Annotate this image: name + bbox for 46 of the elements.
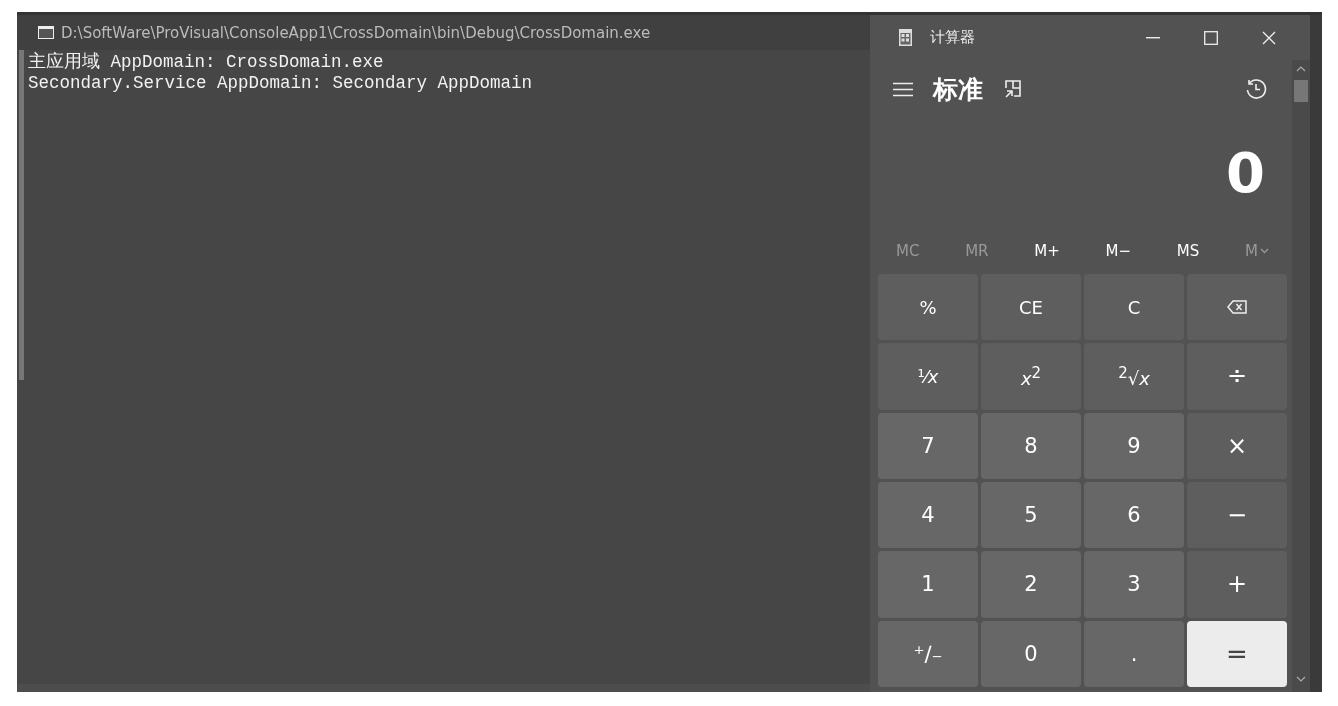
backspace-icon [1227,300,1247,315]
calculator-key[interactable]: C [1084,274,1184,341]
console-output-line: 主应用域 AppDomain: CrossDomain.exe [28,52,385,73]
equals-button[interactable]: = [1187,620,1287,687]
chevron-icon [1260,248,1269,254]
window-title: 计算器 [930,28,975,47]
calculator-key[interactable]: + [1187,551,1287,618]
calculator-key[interactable]: 0 [981,620,1081,687]
memory-button[interactable]: M+ [1026,238,1068,264]
keep-on-top-icon[interactable] [1003,79,1023,99]
calculator-key[interactable]: $^{2}$√x [1084,343,1184,410]
memory-button[interactable]: MS [1168,238,1208,264]
calculator-key[interactable]: 6 [1084,482,1184,549]
console-output-line: Secondary.Service AppDomain: Secondary AppDomain [28,73,533,94]
console-window-icon [38,26,54,39]
calculator-key[interactable]: 8 [981,412,1081,479]
calculator-key[interactable]: ⁺∕₋ [878,620,978,687]
scrollbar-thumb[interactable] [1294,80,1308,102]
calculator-key[interactable]: 1 [878,551,978,618]
scroll-up-icon[interactable] [1296,66,1306,72]
result-display: 0 [1225,139,1266,207]
calculator-key[interactable]: ÷ [1187,343,1287,410]
scrollbar-thumb[interactable] [19,50,24,380]
calculator-key[interactable]: x$^{2}$ [981,343,1081,410]
minimize-icon[interactable] [1146,36,1160,39]
calculator-key[interactable]: CE [981,274,1081,341]
calculator-key[interactable]: 4 [878,482,978,549]
calculator-key[interactable]: % [878,274,978,341]
memory-button[interactable]: M− [1097,238,1140,264]
calculator-icon [899,29,912,46]
maximize-icon[interactable] [1204,30,1218,45]
calculator-key[interactable]: 3 [1084,551,1184,618]
calculator-key[interactable]: 9 [1084,412,1184,479]
close-icon[interactable] [1262,30,1276,45]
calculator-key[interactable]: 7 [878,412,978,479]
calculator-key[interactable]: . [1084,620,1184,687]
menu-icon[interactable] [893,81,913,97]
scroll-down-icon[interactable] [1296,676,1306,682]
calculator-key[interactable]: 5 [981,482,1081,549]
calculator-key[interactable]: ¹⁄x [878,343,978,410]
mode-title: 标准 [933,73,983,106]
calculator-key[interactable]: 2 [981,551,1081,618]
window-title: D:\SoftWare\ProVisual\ConsoleApp1\CrossDomain\bin\Debug\CrossDomain.exe [61,23,651,42]
calculator-key[interactable]: × [1187,412,1287,479]
calculator-key[interactable]: − [1187,482,1287,549]
history-icon[interactable] [1245,78,1267,100]
